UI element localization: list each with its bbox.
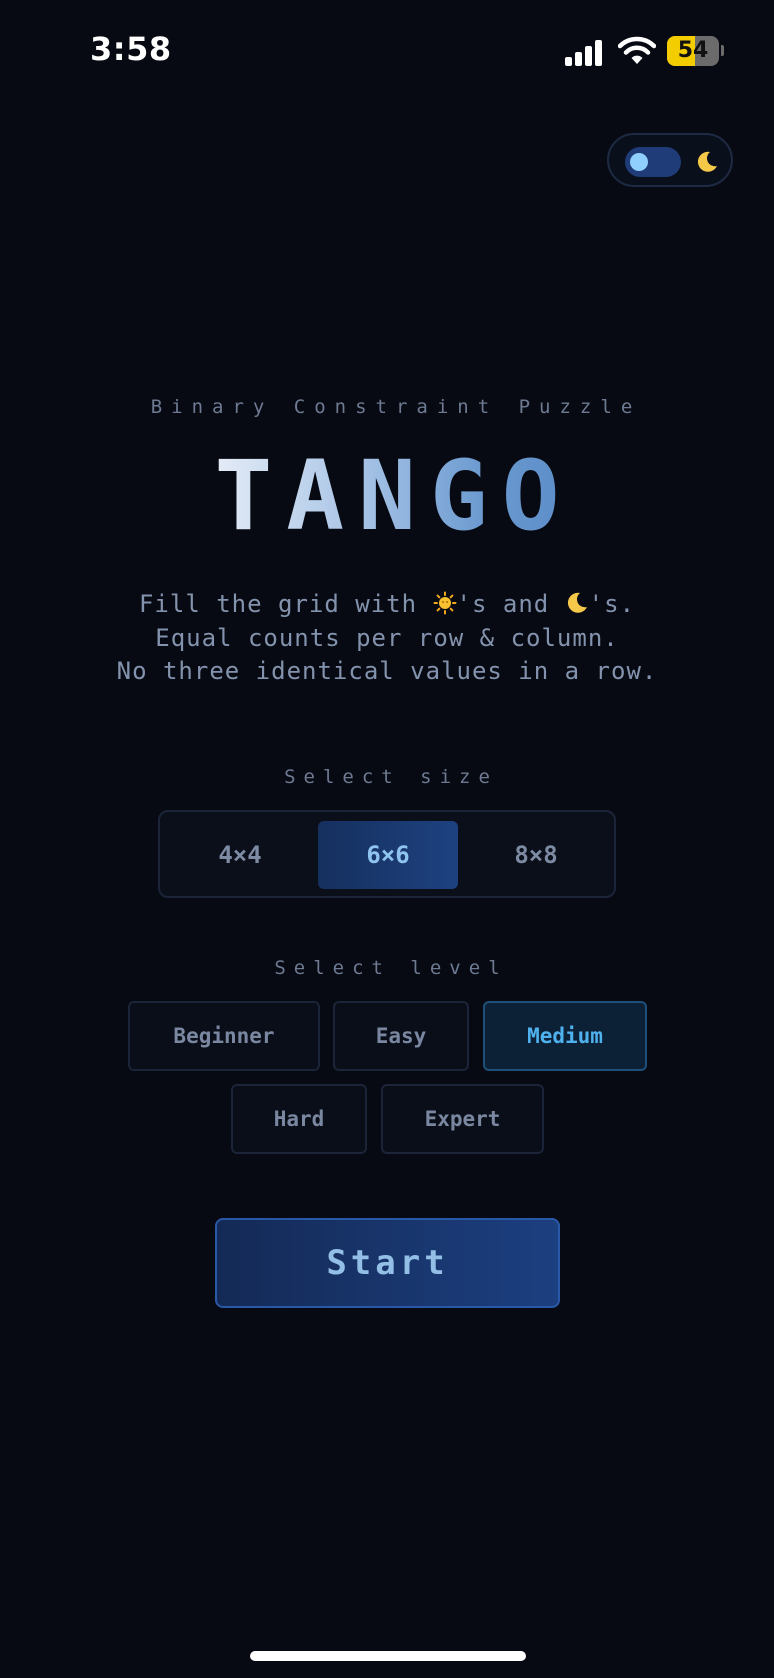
page-title-text: TANGO [214,440,574,552]
description-line-1: Fill the grid with 's and 's. [0,590,774,618]
level-option-expert[interactable]: Expert [381,1084,544,1154]
moon-icon [567,592,587,613]
size-selector: 4×4 6×6 8×8 [158,810,616,898]
subtitle: Binary Constraint Puzzle [150,396,642,418]
desc-line1-mid: 's and [456,590,565,618]
description-line-2: Equal counts per row & column. [155,624,619,652]
status-time: 3:58 [90,30,172,68]
wifi-icon [618,36,656,64]
sun-icon [433,591,457,615]
desc-line1-suffix: 's. [588,590,636,618]
description-line-3: No three identical values in a row. [116,657,658,685]
level-option-hard[interactable]: Hard [231,1084,367,1154]
desc-line1-prefix: Fill the grid with [138,590,433,618]
page-title: TANGO [0,446,774,546]
signal-icon [565,40,605,66]
battery-level: 54 [677,38,709,63]
battery-icon: 54 [667,36,719,66]
size-label: Select size [284,766,498,788]
start-button[interactable]: Start [215,1218,560,1308]
home-indicator[interactable] [250,1651,526,1661]
toggle-track [625,147,681,177]
toggle-knob [630,153,648,171]
level-option-beginner[interactable]: Beginner [128,1001,320,1071]
level-label: Select level [274,957,508,979]
theme-toggle[interactable] [607,133,733,187]
battery-nub [721,45,724,56]
level-option-easy[interactable]: Easy [333,1001,469,1071]
size-option-6x6[interactable]: 6×6 [318,821,458,889]
size-option-4x4[interactable]: 4×4 [170,821,310,889]
size-option-8x8[interactable]: 8×8 [466,821,606,889]
moon-icon [697,151,717,172]
level-option-medium[interactable]: Medium [483,1001,647,1071]
